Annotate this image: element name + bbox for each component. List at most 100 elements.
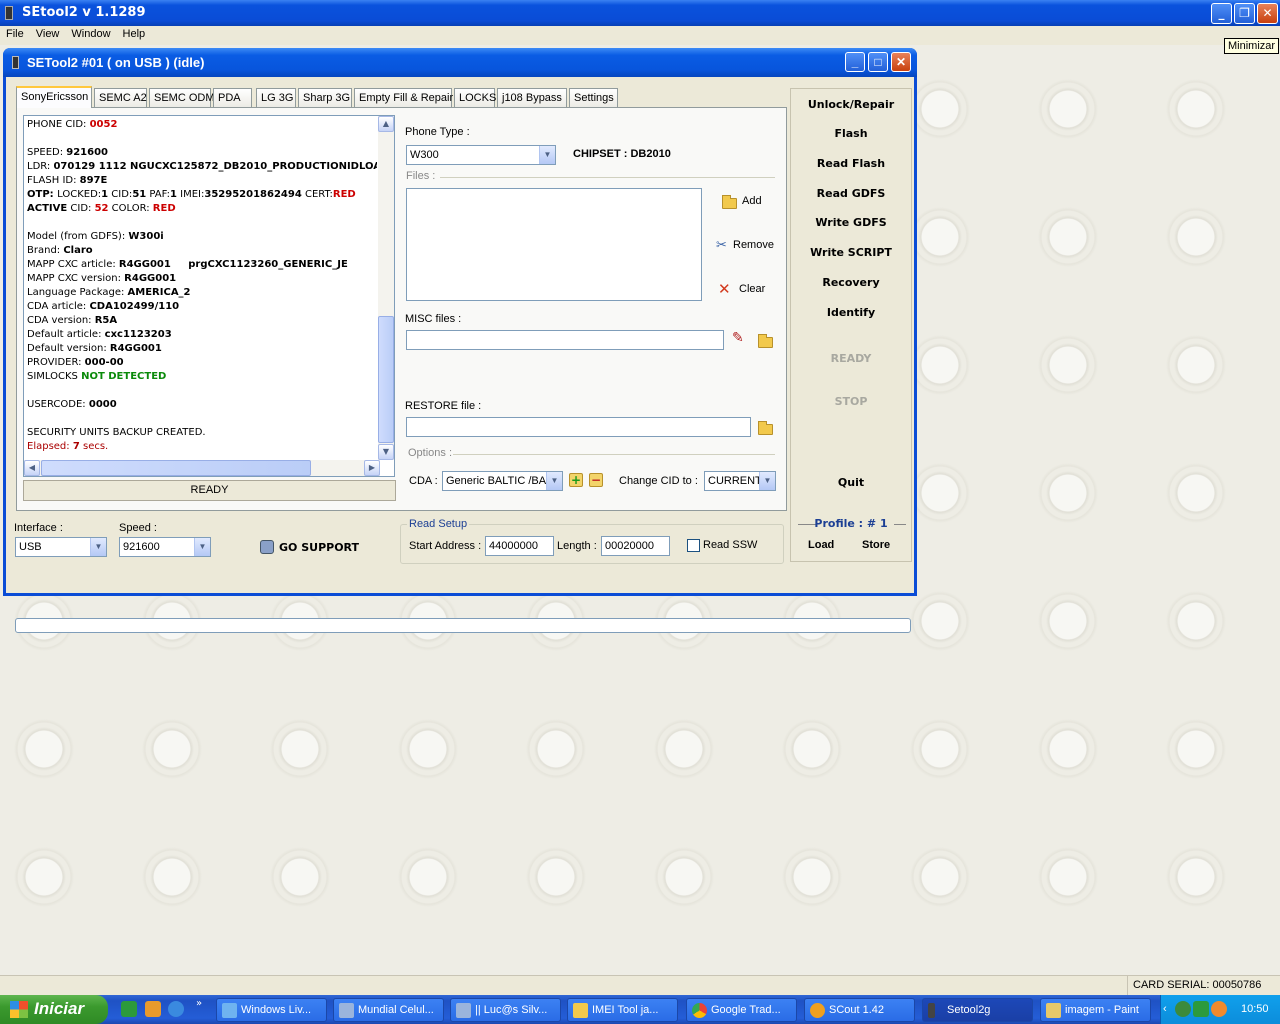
- app-restore-button[interactable]: ❐: [1234, 3, 1255, 24]
- tab-semc-a2[interactable]: SEMC A2: [94, 88, 147, 107]
- app-minimize-button[interactable]: _: [1211, 3, 1232, 24]
- cda-select[interactable]: Generic BALTIC /BA ▼: [442, 471, 563, 491]
- chevron-down-icon: ▼: [759, 472, 775, 490]
- menu-window[interactable]: Window: [65, 26, 116, 45]
- tray-expand-icon[interactable]: ‹: [1163, 995, 1167, 1023]
- tab-j108-bypass[interactable]: j108 Bypass: [497, 88, 567, 107]
- add-button[interactable]: Add: [720, 193, 774, 215]
- recovery-button[interactable]: Recovery: [792, 276, 910, 289]
- log-vertical-scrollbar[interactable]: ▲ ▼: [378, 116, 394, 460]
- load-button[interactable]: Load: [808, 539, 834, 551]
- misc-folder-icon[interactable]: [758, 334, 773, 348]
- task-mundial-celular[interactable]: Mundial Celul...: [333, 998, 444, 1022]
- scroll-down-icon[interactable]: ▼: [378, 444, 394, 460]
- clear-label: Clear: [739, 283, 766, 295]
- menu-view[interactable]: View: [30, 26, 66, 45]
- quicklaunch-messenger-icon[interactable]: [121, 1001, 137, 1017]
- tab-lg-3g[interactable]: LG 3G: [256, 88, 296, 107]
- read-flash-button[interactable]: Read Flash: [792, 157, 910, 170]
- scroll-thumb-horizontal[interactable]: [41, 460, 311, 476]
- task-paint[interactable]: imagem - Paint: [1040, 998, 1151, 1022]
- folder-icon: [573, 1003, 588, 1018]
- tab-pda[interactable]: PDA: [213, 88, 252, 107]
- write-script-button[interactable]: Write SCRIPT: [792, 246, 910, 259]
- log-output[interactable]: PHONE CID: 0052 SPEED: 921600 LDR: 070129…: [23, 115, 395, 477]
- quicklaunch-paint-icon[interactable]: [145, 1001, 161, 1017]
- tray-network-icon[interactable]: [1193, 1001, 1209, 1017]
- tray-app-icon[interactable]: [1211, 1001, 1227, 1017]
- cda-add-icon[interactable]: +: [569, 473, 583, 487]
- tab-settings[interactable]: Settings: [569, 88, 618, 107]
- phone-type-select[interactable]: W300 ▼: [406, 145, 556, 165]
- card-serial: CARD SERIAL: 00050786: [1133, 979, 1262, 991]
- chevron-down-icon: ▼: [546, 472, 562, 490]
- restore-file-input[interactable]: [406, 417, 751, 437]
- scroll-right-icon[interactable]: ▶: [364, 460, 380, 476]
- task-label: || Luc@s Silv...: [475, 1004, 548, 1016]
- length-input[interactable]: 00020000: [601, 536, 670, 556]
- support-icon: [260, 540, 274, 554]
- task-label: Mundial Celul...: [358, 1004, 434, 1016]
- app-title-bar[interactable]: SEtool2 v 1.1289: [0, 0, 1280, 26]
- clock: 10:50: [1241, 1003, 1269, 1015]
- scissors-icon: ✂: [716, 238, 727, 253]
- change-cid-select[interactable]: CURRENT ▼: [704, 471, 776, 491]
- cda-remove-icon[interactable]: −: [589, 473, 603, 487]
- task-lucas-silva[interactable]: || Luc@s Silv...: [450, 998, 561, 1022]
- window-maximize-button[interactable]: □: [868, 52, 888, 72]
- files-list[interactable]: [406, 188, 702, 301]
- clear-button[interactable]: ✕ Clear: [716, 280, 770, 302]
- tab-sonyericsson[interactable]: SonyEricsson: [16, 86, 92, 108]
- scroll-thumb-vertical[interactable]: [378, 316, 394, 443]
- app-icon: [5, 6, 13, 20]
- store-button[interactable]: Store: [862, 539, 890, 551]
- go-support-label: GO SUPPORT: [279, 541, 360, 554]
- task-windows-live[interactable]: Windows Liv...: [216, 998, 327, 1022]
- app-close-button[interactable]: ✕: [1257, 3, 1278, 24]
- task-setool2g[interactable]: Setool2g: [922, 998, 1033, 1022]
- identify-button[interactable]: Identify: [792, 306, 910, 319]
- quicklaunch-more-icon[interactable]: »: [196, 998, 202, 1009]
- restore-folder-icon[interactable]: [758, 421, 773, 435]
- start-button[interactable]: Iniciar: [0, 995, 108, 1024]
- menu-file[interactable]: File: [0, 26, 30, 45]
- tab-sharp-3g[interactable]: Sharp 3G: [298, 88, 352, 107]
- tab-semc-odm[interactable]: SEMC ODM: [149, 88, 215, 107]
- edit-pencil-icon[interactable]: ✎: [732, 330, 744, 346]
- menu-help[interactable]: Help: [117, 26, 152, 45]
- interface-value: USB: [19, 541, 42, 553]
- quicklaunch-ie-icon[interactable]: [168, 1001, 184, 1017]
- interface-select[interactable]: USB ▼: [15, 537, 107, 557]
- flash-button[interactable]: Flash: [792, 127, 910, 140]
- remove-label: Remove: [733, 239, 774, 251]
- stop-button[interactable]: STOP: [792, 395, 910, 408]
- misc-files-input[interactable]: [406, 330, 724, 350]
- go-support-button[interactable]: GO SUPPORT: [260, 539, 360, 557]
- scroll-up-icon[interactable]: ▲: [378, 116, 394, 132]
- folder-icon: [722, 195, 737, 209]
- read-ssw-checkbox[interactable]: [687, 539, 700, 552]
- tab-locks[interactable]: LOCKS: [454, 88, 496, 107]
- quit-button[interactable]: Quit: [792, 476, 910, 489]
- read-gdfs-button[interactable]: Read GDFS: [792, 187, 910, 200]
- scroll-left-icon[interactable]: ◀: [24, 460, 40, 476]
- files-divider: [440, 177, 775, 178]
- remove-button[interactable]: ✂ Remove: [713, 236, 775, 258]
- tab-empty-fill-repair[interactable]: Empty Fill & Repair: [354, 88, 453, 107]
- task-scout[interactable]: SCout 1.42: [804, 998, 915, 1022]
- window-title-bar[interactable]: SETool2 #01 ( on USB ) (idle) _ □ ✕: [3, 48, 917, 77]
- window-close-button[interactable]: ✕: [891, 52, 911, 72]
- task-imei-tool[interactable]: IMEI Tool ja...: [567, 998, 678, 1022]
- tray-messenger-icon[interactable]: [1175, 1001, 1191, 1017]
- log-horizontal-scrollbar[interactable]: ◀ ▶: [24, 460, 380, 476]
- speed-select[interactable]: 921600 ▼: [119, 537, 211, 557]
- start-address-input[interactable]: 44000000: [485, 536, 554, 556]
- chevron-down-icon: ▼: [90, 538, 106, 556]
- restore-file-label: RESTORE file :: [405, 400, 482, 412]
- task-label: IMEI Tool ja...: [592, 1004, 659, 1016]
- files-label: Files :: [406, 170, 436, 182]
- window-minimize-button[interactable]: _: [845, 52, 865, 72]
- unlock-repair-button[interactable]: Unlock/Repair: [792, 98, 910, 111]
- task-google-translate[interactable]: Google Trad...: [686, 998, 797, 1022]
- write-gdfs-button[interactable]: Write GDFS: [792, 216, 910, 229]
